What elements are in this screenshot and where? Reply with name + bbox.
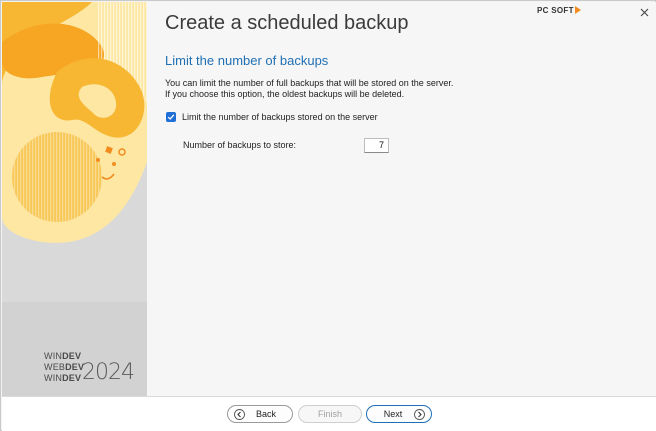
page-title: Create a scheduled backup <box>165 12 409 34</box>
backups-count-row: Number of backups to store: 7 <box>183 138 389 154</box>
chevron-left-icon <box>234 409 245 420</box>
backups-count-label: Number of backups to store: <box>183 140 297 150</box>
limit-backups-label: Limit the number of backups stored on th… <box>182 112 378 122</box>
wizard-content: Create a scheduled backup PC SOFT Limit … <box>147 2 656 396</box>
next-button[interactable]: Next <box>366 405 432 423</box>
product-year: 2024 <box>82 360 135 385</box>
section-description: You can limit the number of full backups… <box>165 78 454 99</box>
backups-count-input[interactable]: 7 <box>364 138 389 153</box>
wizard-footer: Back Finish Next <box>2 396 656 431</box>
chevron-right-icon <box>414 409 425 420</box>
back-button[interactable]: Back <box>227 405 293 423</box>
section-title: Limit the number of backups <box>165 53 329 68</box>
close-icon <box>640 8 648 16</box>
checkbox-checked-icon[interactable] <box>166 112 176 122</box>
limit-backups-checkbox[interactable]: Limit the number of backups stored on th… <box>166 112 378 122</box>
sidebar-artwork: WINDEV WEBDEV WINDEV 2024 <box>2 2 147 396</box>
product-logo: WINDEV WEBDEV WINDEV 2024 <box>44 351 135 385</box>
wizard-window: WINDEV WEBDEV WINDEV 2024 Create a sched… <box>0 0 656 431</box>
brand-arrow-icon <box>574 6 581 14</box>
close-button[interactable] <box>637 5 651 19</box>
decorative-shapes-illustration <box>2 2 147 396</box>
finish-button[interactable]: Finish <box>298 405 362 423</box>
brand-logo: PC SOFT <box>537 4 581 16</box>
